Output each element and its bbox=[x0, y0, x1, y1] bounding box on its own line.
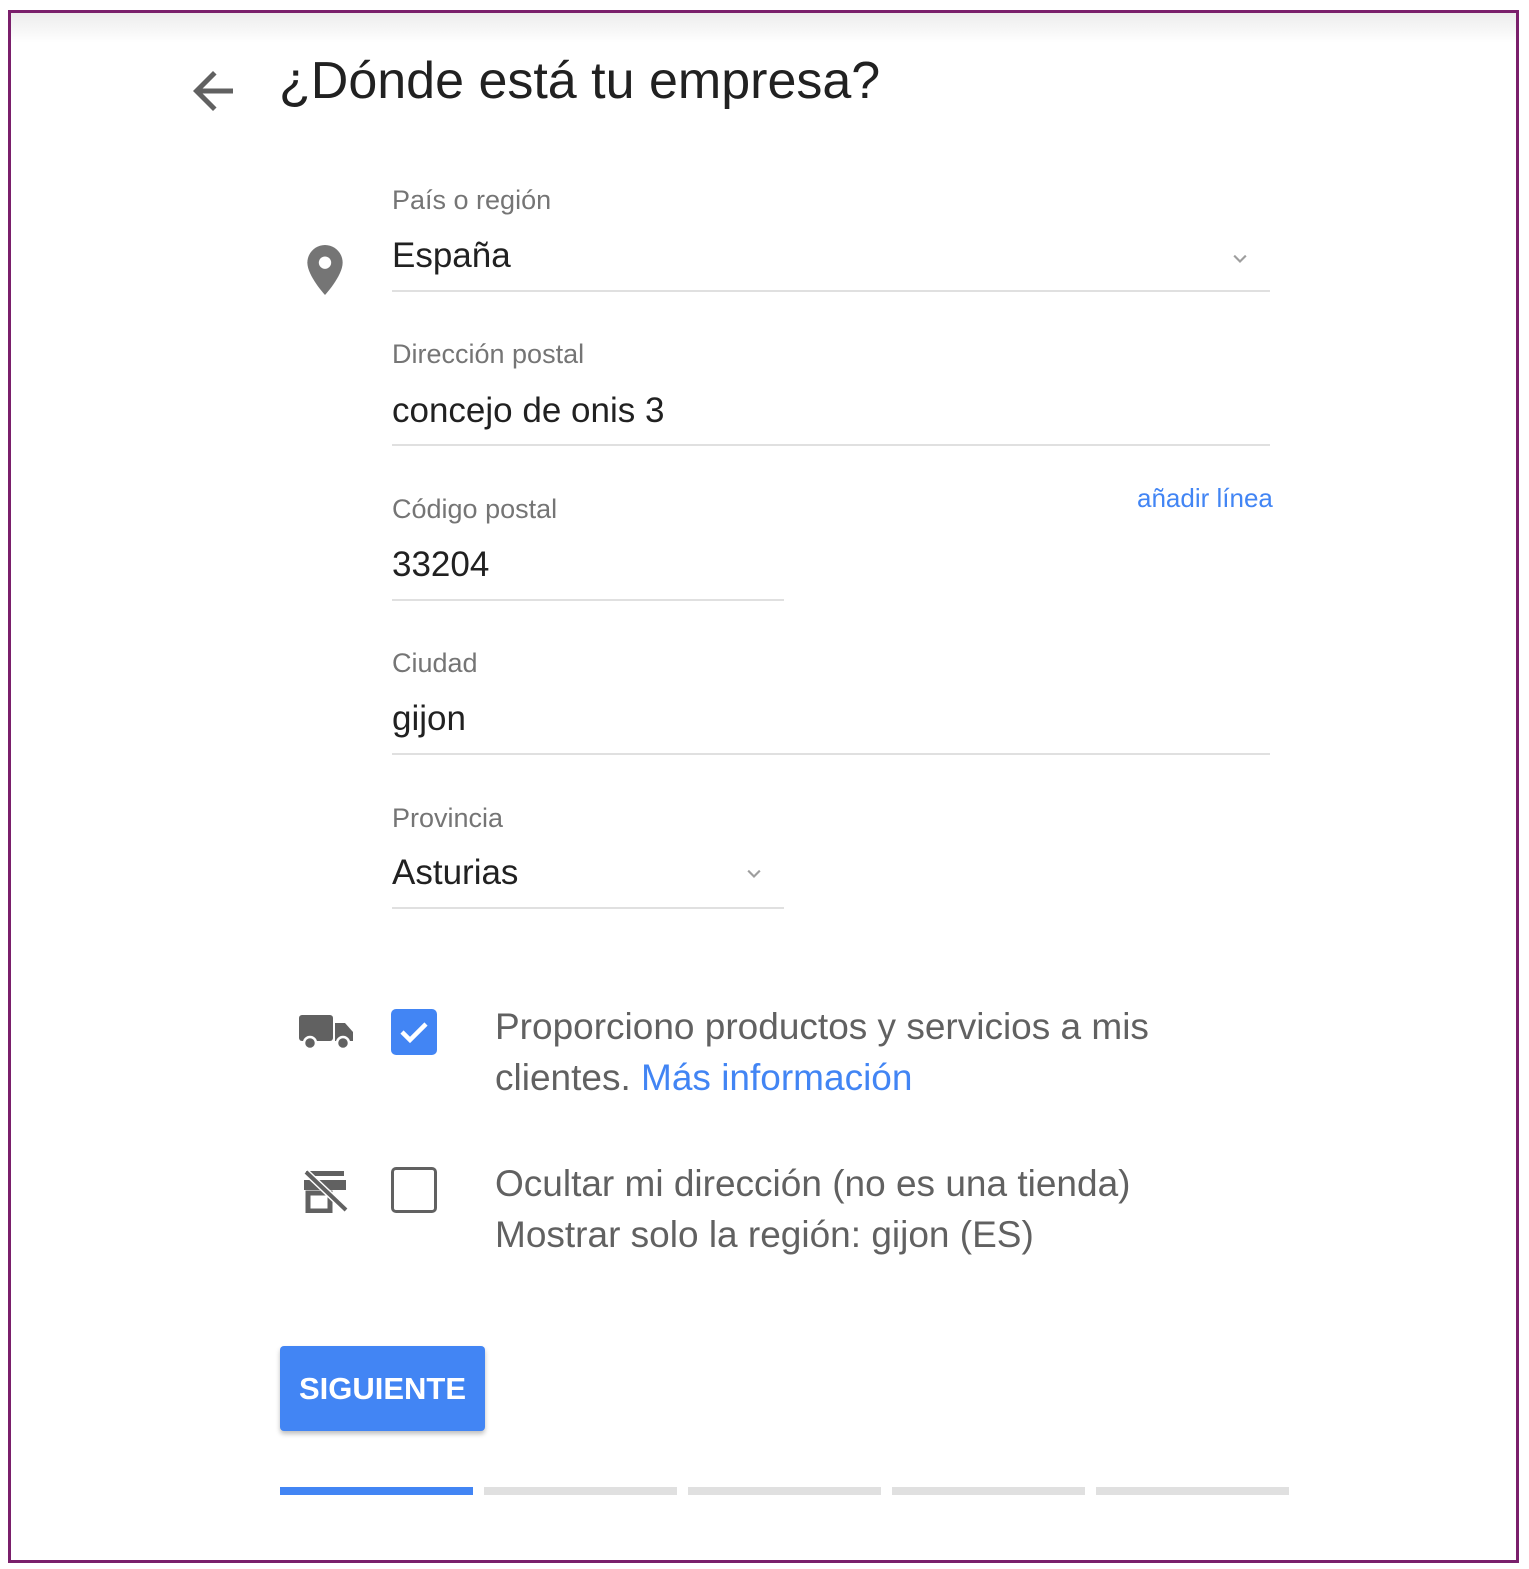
postal-code-underline bbox=[392, 599, 784, 601]
delivery-option-text: Proporciono productos y servicios a mis … bbox=[495, 1001, 1215, 1103]
country-select-value[interactable]: España bbox=[392, 236, 511, 276]
progress-step-4 bbox=[892, 1487, 1085, 1495]
postal-code-input[interactable]: 33204 bbox=[392, 545, 489, 585]
country-label: País o región bbox=[392, 185, 552, 215]
store-off-icon bbox=[303, 1169, 349, 1213]
hide-address-checkbox[interactable] bbox=[391, 1167, 437, 1213]
page-title: ¿Dónde está tu empresa? bbox=[279, 52, 881, 110]
province-select-value[interactable]: Asturias bbox=[392, 853, 518, 893]
province-underline bbox=[392, 907, 784, 909]
city-label: Ciudad bbox=[392, 648, 478, 678]
region-only-text: Mostrar solo la región: gijon (ES) bbox=[495, 1214, 1034, 1255]
province-label: Provincia bbox=[392, 803, 504, 833]
hide-address-option-text: Ocultar mi dirección (no es una tienda) … bbox=[495, 1158, 1130, 1260]
progress-step-5 bbox=[1096, 1487, 1289, 1495]
hide-address-label: Ocultar mi dirección (no es una tienda) bbox=[495, 1163, 1131, 1204]
location-pin-icon bbox=[307, 245, 343, 295]
address-underline bbox=[392, 444, 1270, 446]
top-shadow bbox=[11, 13, 1516, 43]
city-input[interactable]: gijon bbox=[392, 699, 466, 739]
more-info-link[interactable]: Más información bbox=[641, 1057, 912, 1098]
progress-step-1 bbox=[280, 1487, 473, 1495]
add-line-link[interactable]: añadir línea bbox=[1137, 483, 1273, 514]
country-underline bbox=[392, 290, 1270, 292]
postal-code-label: Código postal bbox=[392, 494, 558, 524]
checkmark-icon bbox=[400, 1022, 428, 1044]
chevron-down-icon[interactable] bbox=[1227, 249, 1253, 269]
progress-step-2 bbox=[484, 1487, 677, 1495]
next-button[interactable]: SIGUIENTE bbox=[280, 1346, 485, 1431]
chevron-down-icon[interactable] bbox=[741, 864, 767, 884]
page-frame: ¿Dónde está tu empresa? País o región Es… bbox=[8, 10, 1519, 1563]
city-underline bbox=[392, 753, 1270, 755]
address-input[interactable]: concejo de onis 3 bbox=[392, 391, 664, 431]
progress-step-3 bbox=[688, 1487, 881, 1495]
truck-icon bbox=[299, 1015, 353, 1051]
delivery-checkbox[interactable] bbox=[391, 1009, 437, 1055]
arrow-left-icon[interactable] bbox=[183, 61, 243, 121]
address-label: Dirección postal bbox=[392, 339, 585, 369]
